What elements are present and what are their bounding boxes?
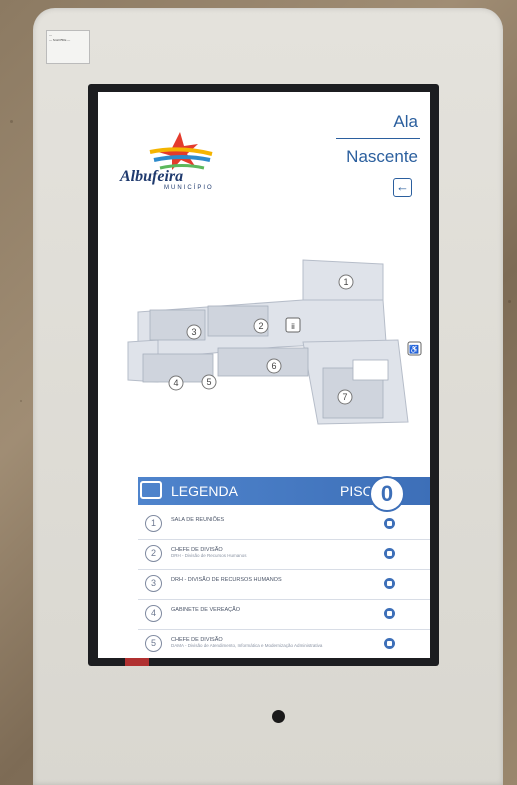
legend-item-number: 3 xyxy=(145,575,162,592)
legend-item[interactable]: 1 SALA DE REUNIÕES xyxy=(138,510,430,540)
legend-item-number: 5 xyxy=(145,635,162,652)
legend-item-title: DRH - DIVISÃO DE RECURSOS HUMANOS xyxy=(171,577,282,583)
room-marker-1: 1 xyxy=(343,277,348,287)
wing-name: Nascente xyxy=(346,147,418,166)
legend-item[interactable]: 2 CHEFE DE DIVISÃO DRH - Divisão de Recur… xyxy=(138,540,430,570)
floor-indicator[interactable]: 0 xyxy=(369,476,405,512)
svg-text:ii: ii xyxy=(291,322,295,331)
legend-item[interactable]: 5 CHEFE DE DIVISÃO DAMA - Divisão de Aten… xyxy=(138,630,430,658)
location-icon[interactable] xyxy=(384,518,395,529)
room-marker-5: 5 xyxy=(206,377,211,387)
room-marker-4: 4 xyxy=(173,378,178,388)
device-sticker: — — Smil P50s — xyxy=(46,30,90,64)
legend-item-title: SALA DE REUNIÕES xyxy=(171,517,225,523)
legend-list: 1 SALA DE REUNIÕES 2 CHEFE DE DIVISÃO DRH… xyxy=(138,510,430,658)
wall-texture xyxy=(508,300,511,303)
person-icon[interactable] xyxy=(384,578,395,589)
svg-text:♿: ♿ xyxy=(409,344,419,354)
wall-texture xyxy=(10,120,13,123)
legend-item-number: 4 xyxy=(145,605,162,622)
arrow-left-icon: ← xyxy=(396,179,409,194)
room-marker-7: 7 xyxy=(342,392,347,402)
legend-item-number: 2 xyxy=(145,545,162,562)
room-marker-6: 6 xyxy=(271,361,276,371)
legend-item-subtitle: DRH - Divisão de Recursos Humanos xyxy=(171,553,247,558)
legend-title: LEGENDA xyxy=(171,483,238,499)
legend-icon xyxy=(140,481,162,499)
kiosk-screen: Albufeira MUNICÍPIO Ala Nascente ← 1 2 3… xyxy=(98,92,430,658)
back-button[interactable]: ← xyxy=(393,178,412,197)
location-icon[interactable] xyxy=(384,608,395,619)
wing-label: Ala xyxy=(393,112,418,131)
brand-subtitle: MUNICÍPIO xyxy=(164,185,214,191)
legend-item-title: GABINETE DE VEREAÇÃO xyxy=(171,607,241,613)
brand-tag xyxy=(125,658,149,666)
location-icon[interactable] xyxy=(384,548,395,559)
sensor-icon xyxy=(272,710,285,723)
legend-item[interactable]: 3 DRH - DIVISÃO DE RECURSOS HUMANOS xyxy=(138,570,430,600)
room-marker-2: 2 xyxy=(258,321,263,331)
legend-item-number: 1 xyxy=(145,515,162,532)
legend-item-subtitle: DAMA - Divisão de Atendimento, Informáti… xyxy=(171,643,323,648)
wall-texture xyxy=(20,400,22,402)
floor-map[interactable]: 1 2 3 4 5 6 7 ii ♿ xyxy=(98,242,430,442)
location-icon[interactable] xyxy=(384,638,395,649)
legend-item[interactable]: 4 GABINETE DE VEREAÇÃO xyxy=(138,600,430,630)
room-marker-3: 3 xyxy=(191,327,196,337)
wing-divider xyxy=(336,138,420,139)
brand-name: Albufeira xyxy=(120,168,184,185)
